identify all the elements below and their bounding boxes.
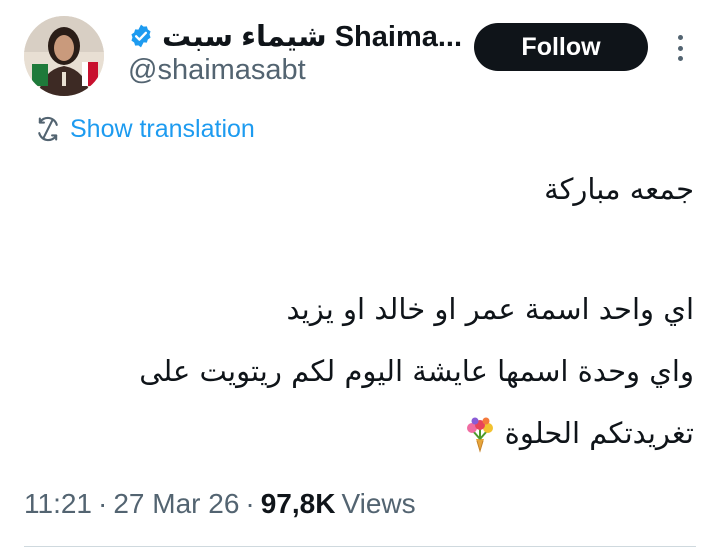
views-label: Views [341,488,416,519]
dot [677,45,683,51]
tweet-line: واي وحدة اسمها عايشة اليوم لكم ريتويت عل… [139,354,694,388]
show-translation-link[interactable]: Show translation [34,112,255,146]
views-count: 97,8K [260,488,336,519]
avatar[interactable] [24,16,104,96]
tweet-time[interactable]: 11:21 [24,488,92,520]
separator-dot: · [245,488,255,519]
translate-icon [38,116,58,142]
verified-badge-icon [131,24,151,48]
divider [24,546,696,547]
author-name-row[interactable]: شيماء سبت Shaima... [128,18,462,54]
separator-dot: · [98,488,108,519]
tweet-line: جمعه مباركة [544,172,694,206]
avatar-image [24,16,104,96]
show-translation-label: Show translation [70,114,255,143]
bouquet-icon [467,417,494,453]
tweet-line-with-emoji: تغريدتكم الحلوة [54,416,694,453]
tweet-date[interactable]: 27 Mar 26 [113,488,239,520]
dot [677,56,683,61]
author-handle[interactable]: @shaimasabt [128,54,306,87]
tweet-line: تغريدتكم الحلوة [504,416,694,450]
follow-button[interactable]: Follow [474,23,648,71]
more-vertical-icon[interactable] [668,32,692,64]
author-display-name[interactable]: شيماء سبت Shaima... [162,19,462,54]
dot [677,35,683,40]
tweet-meta: 11:21 · 27 Mar 26 · 97,8K Views [24,484,416,524]
tweet-line: اي واحد اسمة عمر او خالد او يزيد [286,292,694,326]
